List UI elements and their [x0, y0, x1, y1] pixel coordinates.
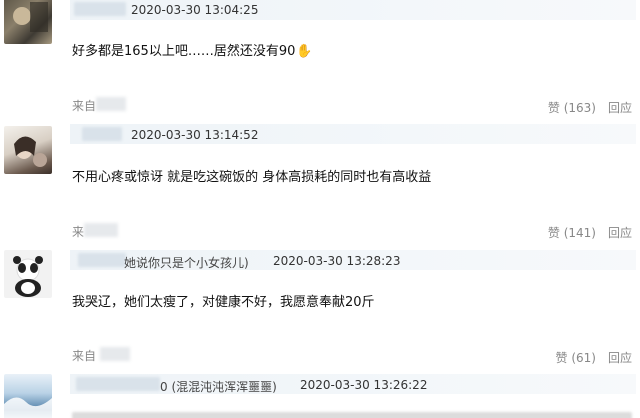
- avatar[interactable]: [4, 126, 52, 174]
- comment-item: 0 (混混沌沌浑浑噩噩) 2020-03-30 13:26:22: [0, 374, 640, 418]
- comment-actions: 赞 (141) 回应: [536, 224, 632, 241]
- source-blurred: [96, 97, 126, 111]
- reply-button[interactable]: 回应: [608, 226, 632, 240]
- reply-button[interactable]: 回应: [608, 351, 632, 365]
- comment-source: 来自: [72, 99, 97, 113]
- comment-text: 好多都是165以上吧……居然还没有90✋: [72, 44, 313, 59]
- comment-actions: 赞 (61) 回应: [544, 349, 632, 366]
- comment-text: 不用心疼或惊讶 就是吃这碗饭的 身体高损耗的同时也有高收益: [72, 170, 432, 185]
- username-blurred[interactable]: [82, 127, 122, 141]
- comment-text-blurred: [72, 412, 632, 418]
- user-nickname[interactable]: 她说你只是个小女孩儿): [124, 254, 249, 271]
- avatar[interactable]: [4, 0, 52, 44]
- comment-timestamp: 2020-03-30 13:14:52: [131, 128, 259, 142]
- username-blurred[interactable]: [78, 253, 126, 267]
- username-blurred[interactable]: [74, 2, 126, 16]
- comment-timestamp: 2020-03-30 13:28:23: [273, 254, 401, 268]
- like-button[interactable]: 赞 (61): [556, 351, 596, 365]
- avatar[interactable]: [4, 250, 52, 298]
- username-blurred[interactable]: [76, 377, 160, 391]
- comment-timestamp: 2020-03-30 13:26:22: [300, 378, 428, 392]
- source-blurred: [84, 223, 118, 237]
- comment-text: 我哭辽，她们太瘦了，对健康不好，我愿意奉献20斤: [72, 295, 375, 310]
- comment-source: 来: [72, 225, 85, 239]
- waving-hand-icon: ✋: [296, 44, 313, 59]
- comment-item: 2020-03-30 13:14:52 不用心疼或惊讶 就是吃这碗饭的 身体高损…: [0, 124, 640, 244]
- comment-item: 2020-03-30 13:04:25 好多都是165以上吧……居然还没有90✋…: [0, 0, 640, 115]
- reply-button[interactable]: 回应: [608, 101, 632, 115]
- user-nickname[interactable]: 0 (混混沌沌浑浑噩噩): [160, 378, 277, 395]
- comment-item: 她说你只是个小女孩儿) 2020-03-30 13:28:23 我哭辽，她们太瘦…: [0, 250, 640, 370]
- avatar[interactable]: [4, 374, 52, 418]
- comment-source: 来自: [72, 349, 97, 363]
- comment-timestamp: 2020-03-30 13:04:25: [131, 3, 259, 17]
- like-button[interactable]: 赞 (141): [548, 226, 596, 240]
- comment-actions: 赞 (163) 回应: [536, 99, 632, 116]
- source-blurred: [100, 347, 130, 361]
- like-button[interactable]: 赞 (163): [548, 101, 596, 115]
